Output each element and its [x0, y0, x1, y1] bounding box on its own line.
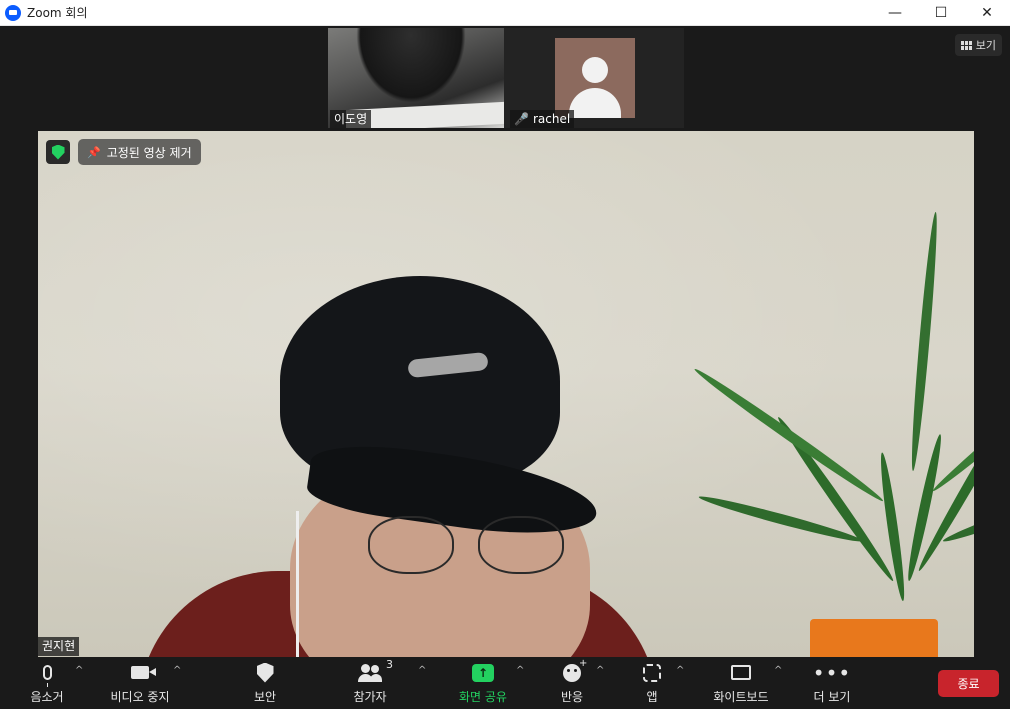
more-dots-icon: ••• — [812, 660, 852, 685]
participants-options-caret[interactable]: ^ — [418, 665, 426, 676]
participant-strip: 이도영 🎤 rachel — [328, 28, 684, 128]
security-button[interactable]: 보안 — [240, 657, 290, 709]
smiley-icon: + — [563, 658, 587, 682]
apps-button[interactable]: 앱 — [630, 657, 674, 709]
share-options-caret[interactable]: ^ — [516, 665, 524, 676]
participants-button[interactable]: 3 참가자 — [340, 657, 400, 709]
participants-count: 3 — [386, 657, 393, 671]
more-button[interactable]: ••• 더 보기 — [806, 657, 858, 709]
audio-options-caret[interactable]: ^ — [75, 665, 83, 676]
minimize-button[interactable]: — — [872, 0, 918, 26]
end-meeting-button[interactable]: 종료 — [938, 670, 999, 697]
meeting-toolbar: 음소거 ^ 비디오 중지 ^ 보안 3 참가자 ^ ↑ 화면 공유 ^ + 반응… — [0, 657, 1010, 709]
grid-icon — [960, 40, 972, 50]
person-glasses — [368, 516, 568, 576]
share-screen-button[interactable]: ↑ 화면 공유 — [450, 657, 516, 709]
participant-name: rachel — [532, 112, 571, 126]
unpin-label: 고정된 영상 제거 — [106, 145, 192, 160]
participant-name: 이도영 — [334, 112, 368, 126]
participant-thumbnail[interactable]: 🎤 rachel — [508, 28, 684, 128]
whiteboard-options-caret[interactable]: ^ — [774, 665, 782, 676]
flower-pot — [810, 619, 938, 657]
participant-name-tag: 이도영 — [330, 110, 372, 128]
participant-thumbnail[interactable]: 이도영 — [328, 28, 504, 128]
view-button[interactable]: 보기 — [954, 34, 1002, 56]
video-options-caret[interactable]: ^ — [173, 665, 181, 676]
encryption-shield-icon[interactable] — [46, 140, 70, 164]
close-button[interactable]: ✕ — [964, 0, 1010, 26]
plant — [691, 151, 974, 621]
muted-mic-icon: 🎤 — [514, 112, 529, 126]
reactions-options-caret[interactable]: ^ — [596, 665, 604, 676]
apps-icon — [643, 663, 661, 682]
zoom-meeting-window: Zoom 회의 — ☐ ✕ 이도영 🎤 rachel 보기 📌 고정된 영상 제… — [0, 0, 1010, 709]
maximize-button[interactable]: ☐ — [918, 0, 964, 26]
view-label: 보기 — [975, 39, 996, 52]
apps-options-caret[interactable]: ^ — [676, 665, 684, 676]
stop-video-button[interactable]: 비디오 중지 — [104, 657, 176, 709]
participant-video — [356, 28, 466, 103]
participant-name-tag: 🎤 rachel — [510, 110, 575, 128]
main-video[interactable] — [38, 131, 974, 657]
unpin-video-button[interactable]: 📌 고정된 영상 제거 — [78, 139, 201, 165]
microphone-icon — [42, 665, 52, 687]
avatar — [555, 38, 635, 118]
people-icon: 3 — [358, 658, 393, 682]
whiteboard-button[interactable]: 화이트보드 — [706, 657, 776, 709]
window-title: Zoom 회의 — [27, 6, 88, 20]
whiteboard-icon — [731, 665, 751, 680]
window-controls: — ☐ ✕ — [872, 0, 1010, 26]
reactions-button[interactable]: + 반응 — [548, 657, 596, 709]
shield-icon — [256, 662, 274, 683]
zoom-logo-icon — [5, 4, 21, 21]
main-participant-name: 권지현 — [38, 637, 80, 656]
video-camera-icon — [131, 666, 156, 679]
pin-icon: 📌 — [87, 145, 101, 159]
share-screen-icon: ↑ — [472, 663, 494, 682]
title-bar: Zoom 회의 — ☐ ✕ — [0, 0, 1010, 26]
mute-button[interactable]: 음소거 — [22, 657, 72, 709]
